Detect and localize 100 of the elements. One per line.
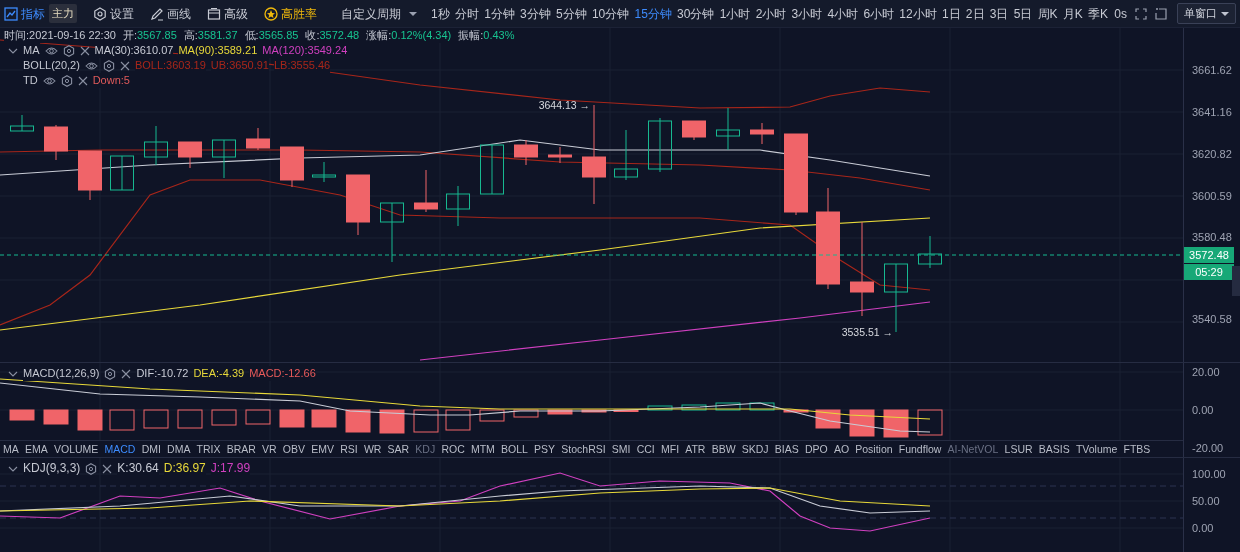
interval-tab[interactable]: 4小时	[827, 4, 859, 23]
draw-button[interactable]: 画线	[150, 4, 191, 23]
indicator-tab[interactable]: MACD	[101, 441, 139, 457]
interval-tab[interactable]: 周K	[1037, 4, 1058, 23]
close-icon[interactable]	[121, 368, 132, 379]
candle	[78, 150, 102, 201]
close-icon[interactable]	[77, 75, 88, 86]
interval-tab[interactable]: 5日	[1013, 4, 1033, 23]
indicator-tab[interactable]: EMA	[21, 441, 51, 457]
indicator-tab[interactable]: StochRSI	[558, 441, 609, 457]
interval-tab[interactable]: 5分钟	[556, 4, 587, 23]
settings-icon[interactable]	[60, 74, 73, 87]
indicator-value: BOLL:3603.19	[134, 58, 206, 73]
interval-tab[interactable]: 6小时	[863, 4, 895, 23]
indicator-tab[interactable]: EMV	[308, 441, 338, 457]
interval-tab[interactable]: 1小时	[719, 4, 751, 23]
indicator-tab[interactable]: BBW	[708, 441, 739, 457]
indicator-tab[interactable]: BASIS	[1035, 441, 1073, 457]
eye-icon[interactable]	[84, 59, 98, 72]
win-rate-button[interactable]: 高胜率	[264, 4, 317, 23]
interval-tab[interactable]: 3日	[989, 4, 1009, 23]
interval-tab[interactable]: 2小时	[755, 4, 787, 23]
collapse-handle[interactable]	[1232, 266, 1240, 296]
close-icon[interactable]	[119, 60, 130, 71]
countdown-label: 05:29	[1184, 264, 1234, 280]
indicator-tab[interactable]: RSI	[337, 441, 361, 457]
indicator-tab[interactable]: DMI	[138, 441, 164, 457]
eye-icon[interactable]	[42, 74, 56, 87]
indicator-tab[interactable]: SKDJ	[738, 441, 772, 457]
candle	[312, 161, 336, 183]
candle	[10, 114, 34, 132]
ohlc-field: 涨幅:0.12%(4.34)	[366, 28, 452, 43]
indicator-tab[interactable]: DMA	[163, 441, 194, 457]
indicator-tab[interactable]: DPO	[801, 441, 831, 457]
close-icon[interactable]	[102, 463, 113, 474]
window-corner-icon[interactable]	[1155, 7, 1167, 20]
indicator-tab[interactable]: TVolume	[1072, 441, 1121, 457]
indicator-tab[interactable]: FTBS	[1120, 441, 1154, 457]
indicator-tab[interactable]: SAR	[384, 441, 413, 457]
interval-tab[interactable]: 2日	[965, 4, 985, 23]
settings-icon[interactable]	[102, 59, 115, 72]
indicator-button[interactable]: 指标	[4, 4, 45, 23]
interval-tab[interactable]: 月K	[1062, 4, 1083, 23]
indicator-tab[interactable]: ROC	[438, 441, 468, 457]
candle	[110, 155, 134, 191]
settings-icon[interactable]	[104, 367, 117, 380]
indicator-tab[interactable]: CCI	[633, 441, 658, 457]
interval-tab[interactable]: 季K	[1088, 4, 1109, 23]
macd-bar	[547, 409, 573, 415]
macd-bar	[77, 409, 103, 431]
chevron-icon[interactable]	[8, 370, 18, 377]
chevron-icon[interactable]	[8, 465, 18, 472]
eye-icon[interactable]	[44, 44, 58, 57]
interval-tab[interactable]: 12小时	[899, 4, 937, 23]
candle	[682, 120, 706, 141]
indicator-tab[interactable]: Position	[852, 441, 896, 457]
macd-bar	[783, 409, 809, 413]
indicator-tab[interactable]: WR	[360, 441, 385, 457]
interval-tab[interactable]: 3分钟	[520, 4, 551, 23]
custom-period-dropdown[interactable]: 自定义周期	[341, 4, 417, 23]
candle	[414, 169, 438, 213]
indicator-tab[interactable]: VOLUME	[50, 441, 102, 457]
indicator-tab[interactable]: LSUR	[1001, 441, 1036, 457]
window-mode-dropdown[interactable]: 单窗口	[1177, 3, 1236, 24]
price-axis-label: 3580.48	[1192, 229, 1232, 245]
indicator-tab[interactable]: SMI	[608, 441, 634, 457]
close-icon[interactable]	[79, 45, 90, 56]
indicator-tab[interactable]: PSY	[531, 441, 559, 457]
indicator-tab[interactable]: ATR	[682, 441, 709, 457]
box-icon	[207, 6, 221, 21]
interval-tab[interactable]: 1日	[941, 4, 961, 23]
fullscreen-icon[interactable]	[1135, 7, 1147, 20]
indicator-tab[interactable]: BRAR	[223, 441, 259, 457]
interval-tab[interactable]: 30分钟	[677, 4, 715, 23]
interval-tab[interactable]: 1秒	[431, 4, 450, 23]
indicator-tab[interactable]: TRIX	[193, 441, 224, 457]
settings-icon[interactable]	[85, 462, 98, 475]
interval-tab[interactable]: 10分钟	[591, 4, 630, 23]
indicator-tab[interactable]: VR	[259, 441, 280, 457]
indicator-tab[interactable]: MA	[0, 441, 22, 457]
indicator-tab[interactable]: BOLL	[497, 441, 531, 457]
interval-tab[interactable]: 3小时	[791, 4, 823, 23]
settings-button[interactable]: 设置	[93, 4, 134, 23]
candle	[648, 117, 672, 173]
interval-tab[interactable]: 分时	[454, 4, 479, 23]
interval-tab[interactable]: 15分钟	[634, 4, 672, 23]
indicator-tab[interactable]: BIAS	[771, 441, 802, 457]
macd-bar	[143, 409, 169, 429]
indicator-tab[interactable]: OBV	[279, 441, 309, 457]
indicator-tab[interactable]: MFI	[657, 441, 683, 457]
interval-tab[interactable]: 1分钟	[484, 4, 515, 23]
indicator-tab[interactable]: MTM	[467, 441, 498, 457]
last-price-label: 3572.48	[1184, 247, 1234, 263]
indicator-tab[interactable]: Fundflow	[895, 441, 945, 457]
chevron-icon[interactable]	[8, 47, 18, 54]
candle	[280, 146, 304, 188]
macd-axis-label: 0.00	[1192, 402, 1214, 418]
advanced-button[interactable]: 高级	[207, 4, 248, 23]
indicator-tab[interactable]: AO	[830, 441, 853, 457]
settings-icon[interactable]	[62, 44, 75, 57]
